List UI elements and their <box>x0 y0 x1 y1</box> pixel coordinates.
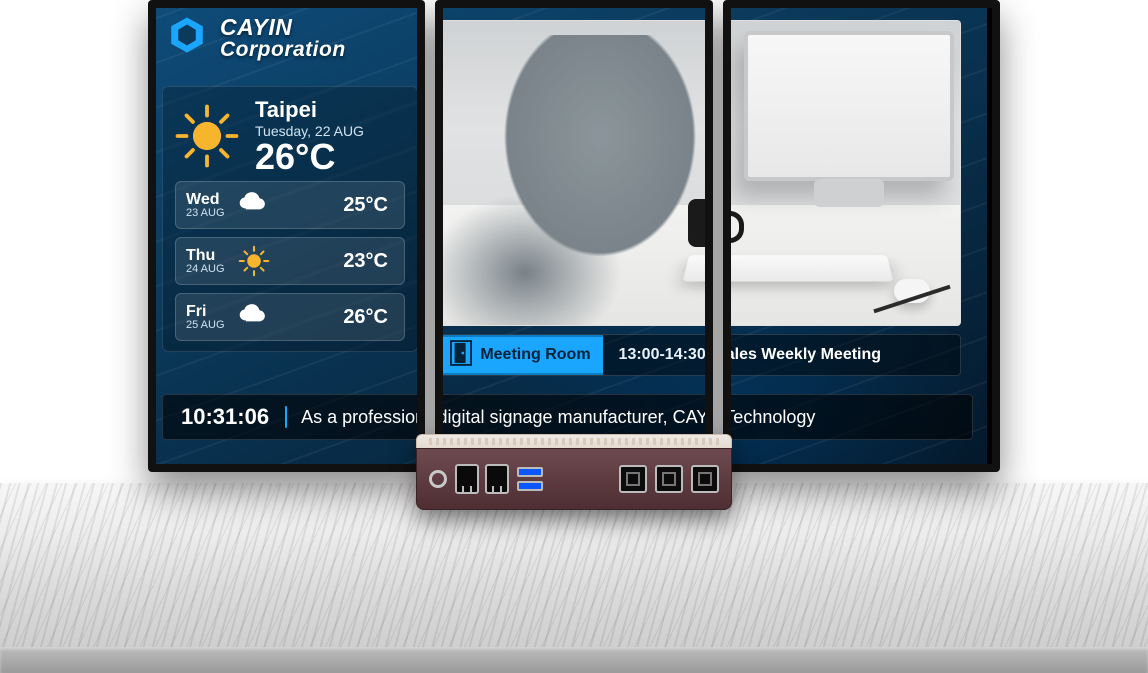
ticker-clock: 10:31:06 <box>163 404 285 430</box>
forecast-row: Fri25 AUG 26°C <box>175 293 405 341</box>
door-icon <box>450 340 472 371</box>
forecast-day-date: 24 AUG <box>186 263 225 275</box>
ticker-bar: 10:31:06 As a professional digital signa… <box>723 394 973 440</box>
lan-port-1 <box>455 464 479 494</box>
hdmi-port-3 <box>619 465 647 493</box>
ticker-text: As a professional digital signage manufa… <box>723 407 816 428</box>
brand-line1: CAYIN <box>220 14 292 40</box>
usb-port <box>517 481 543 491</box>
sun-icon <box>237 244 271 278</box>
lan-port-2 <box>485 464 509 494</box>
media-zone <box>723 20 961 326</box>
photo-keyboard <box>723 255 893 281</box>
forecast-day-date: 25 AUG <box>186 319 225 331</box>
brand-block: CAYIN Corporation <box>166 14 346 61</box>
display-panel-1: CAYIN Corporation Taipei Tuesday, 22 AUG… <box>148 0 425 472</box>
meeting-bar: Meeting Room 13:00-14:30 Sales Weekly Me… <box>723 334 961 376</box>
display-panel-2: CAYIN Corporation Taipei Tuesday, 22 AUG… <box>435 0 712 472</box>
dc-in-port <box>429 470 447 488</box>
partly-cloudy-icon <box>237 188 271 222</box>
forecast-row: Thu24 AUG 23°C <box>175 237 405 285</box>
weather-card: Taipei Tuesday, 22 AUG 26°C Wed23 AUG 25… <box>162 86 418 352</box>
hdmi-port-1 <box>691 465 719 493</box>
forecast-row: Wed23 AUG 25°C <box>175 181 405 229</box>
ticker-text: As a professional digital signage manufa… <box>435 407 712 428</box>
forecast-list: Wed23 AUG 25°C Thu24 AUG 23°C Fri25 AUG 26… <box>175 181 405 341</box>
ticker-bar: 10:31:06 As a professional digital signa… <box>162 394 425 440</box>
photo-person <box>439 35 712 325</box>
video-wall: CAYIN Corporation Taipei Tuesday, 22 AUG… <box>148 0 1000 472</box>
weather-temp: 26°C <box>255 139 364 175</box>
table-surface <box>0 483 1148 673</box>
meeting-time: 13:00-14:30 <box>619 346 706 364</box>
forecast-day-temp: 26°C <box>343 306 388 329</box>
meeting-title: Sales Weekly Meeting <box>723 346 881 364</box>
photo-monitor <box>744 31 954 181</box>
photo-mug <box>723 199 730 247</box>
forecast-day-date: 23 AUG <box>186 207 225 219</box>
brand-line2: Corporation <box>220 39 346 60</box>
media-zone <box>439 20 712 326</box>
weather-city: Taipei <box>255 97 364 123</box>
meeting-room-chip: Meeting Room <box>440 335 602 375</box>
forecast-day-temp: 23°C <box>343 250 388 273</box>
meeting-bar: Meeting Room 13:00-14:30 Sales Weekly Me… <box>439 334 712 376</box>
meeting-room-label: Meeting Room <box>480 346 590 364</box>
display-panel-3: CAYIN Corporation Taipei Tuesday, 22 AUG… <box>723 0 1000 472</box>
brand-logo-icon <box>166 14 208 61</box>
hdmi-port-2 <box>655 465 683 493</box>
forecast-day-temp: 25°C <box>343 194 388 217</box>
signage-player-device <box>416 434 732 510</box>
sun-icon <box>175 104 239 168</box>
partly-cloudy-icon <box>237 300 271 334</box>
usb-port <box>517 467 543 477</box>
